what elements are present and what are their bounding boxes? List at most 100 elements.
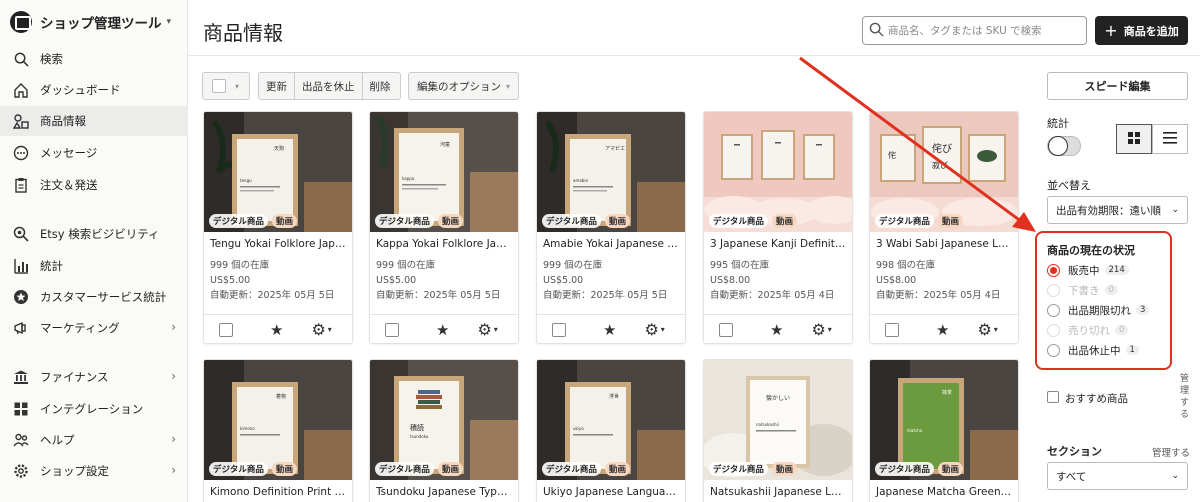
status-count: 0 [1104,285,1118,295]
star-icon[interactable]: ★ [270,321,283,339]
product-title[interactable]: 3 Wabi Sabi Japanese Lan... [870,232,1018,258]
section-select[interactable]: すべて ⌄ [1047,462,1188,490]
product-title[interactable]: Tsundoku Japanese Typog... [370,480,518,502]
sidebar-item-help[interactable]: ヘルプ › [0,425,188,455]
product-checkbox[interactable] [219,322,233,337]
status-option-active[interactable]: 販売中 214 [1047,261,1129,279]
product-image[interactable]: 着物 kimono デジタル商品 動画 [204,360,352,480]
svg-text:寂び: 寂び [932,160,948,170]
sidebar-item-stats[interactable]: 統計 [0,251,188,281]
product-checkbox[interactable] [552,322,566,337]
radio-button[interactable] [1047,263,1060,277]
gear-icon[interactable]: ⚙ [977,320,991,339]
featured-checkbox[interactable] [1047,391,1059,403]
product-card[interactable]: 天狗 tengu デジタル商品 動画 Tengu Yokai Folklore … [203,111,353,344]
product-checkbox[interactable] [385,322,399,337]
svg-text:侘び: 侘び [932,142,952,155]
sort-select[interactable]: 出品有効期限：遠い順 ⌄ [1047,196,1188,224]
sidebar-item-search[interactable]: 検索 [0,44,188,74]
product-title[interactable]: Japanese Matcha Green T... [870,480,1018,502]
manage-sections-link[interactable]: 管理する [1152,445,1190,459]
star-icon[interactable]: ★ [936,321,949,339]
stats-toggle[interactable] [1047,136,1081,156]
star-icon[interactable]: ★ [603,321,616,339]
digital-badge: デジタル商品 [709,214,768,228]
product-title[interactable]: Tengu Yokai Folklore Japa... [204,232,352,258]
gear-icon[interactable]: ⚙ [311,320,325,339]
product-card[interactable]: 着物 kimono デジタル商品 動画 Kimono Definition Pr… [203,359,353,502]
gear-icon[interactable]: ⚙ [811,320,825,339]
sidebar-item-label: カスタマーサービス統計 [40,290,167,304]
sidebar-item-label: 注文＆発送 [40,178,98,192]
search-icon [12,50,30,68]
sidebar-item-dashboard[interactable]: ダッシュボード [0,75,188,105]
radio-button[interactable] [1047,303,1060,317]
manage-featured-link[interactable]: 管理する [1180,373,1190,421]
sidebar-item-customer-service[interactable]: カスタマーサービス統計 [0,282,188,312]
sidebar-item-orders[interactable]: 注文＆発送 [0,170,188,200]
shop-switcher[interactable]: ショップ管理ツール ▾ [0,0,187,44]
search-box[interactable] [862,16,1087,45]
sidebar-item-listings[interactable]: 商品情報 [0,106,188,136]
product-image[interactable]: 侘 侘び 寂び デジタル商品 動画 [870,112,1018,232]
radio-button[interactable] [1047,343,1060,357]
edit-options-dropdown[interactable]: 編集のオプション ▾ [408,72,519,100]
sidebar-item-shop-settings[interactable]: ショップ設定 › [0,456,188,486]
product-image[interactable]: 懐かしい natsukashii デジタル商品 動画 [704,360,852,480]
product-card[interactable]: 抹茶 matcha デジタル商品 動画 Japanese Matcha Gree… [869,359,1019,502]
status-label: 販売中 [1068,264,1100,277]
speed-edit-button[interactable]: スピード編集 [1047,72,1188,100]
svg-text:kappa: kappa [402,176,415,181]
status-option-inactive[interactable]: 出品休止中 1 [1047,341,1139,359]
search-input[interactable] [888,24,1083,37]
product-title[interactable]: Amabie Yokai Japanese La... [537,232,685,258]
product-title[interactable]: 3 Japanese Kanji Definitio... [704,232,852,258]
product-title[interactable]: Kimono Definition Print Po... [204,480,352,502]
gear-icon[interactable]: ⚙ [644,320,658,339]
product-image[interactable]: アマビエ amabie デジタル商品 動画 [537,112,685,232]
product-card[interactable]: 浮世 ukiyo デジタル商品 動画 Ukiyo Japanese Langua… [536,359,686,502]
product-title[interactable]: Natsukashii Japanese Lan... [704,480,852,502]
product-checkbox[interactable] [885,322,899,337]
svg-text:河童: 河童 [440,141,450,148]
product-image[interactable]: デジタル商品 動画 [704,112,852,232]
bulk-actions-group: 更新 出品を休止 削除 [258,72,401,100]
product-image[interactable]: 浮世 ukiyo デジタル商品 動画 [537,360,685,480]
status-option-expired[interactable]: 出品期限切れ 3 [1047,301,1150,319]
deactivate-button[interactable]: 出品を休止 [295,73,363,99]
sidebar-item-messages[interactable]: メッセージ [0,138,188,168]
sidebar-item-integrations[interactable]: インテグレーション [0,394,188,424]
add-listing-button[interactable]: + 商品を追加 [1095,16,1188,45]
update-button[interactable]: 更新 [259,73,295,99]
product-card[interactable]: 積読 tsundoku デジタル商品 動画 Tsundoku Japanese … [369,359,519,502]
grid-view-button[interactable] [1116,124,1152,154]
product-image[interactable]: 積読 tsundoku デジタル商品 動画 [370,360,518,480]
sidebar-item-finance[interactable]: ファイナンス › [0,362,188,392]
delete-button[interactable]: 削除 [363,73,398,99]
product-title[interactable]: Kappa Yokai Folklore Japa... [370,232,518,258]
chevron-down-icon: ▾ [235,81,240,91]
product-card[interactable]: 懐かしい natsukashii デジタル商品 動画 Natsukashii J… [703,359,853,502]
digital-badge: デジタル商品 [375,462,434,476]
product-price: US$5.00 [543,275,584,286]
select-all-checkbox[interactable] [212,79,226,93]
plus-icon: + [1104,21,1118,40]
product-card[interactable]: デジタル商品 動画 3 Japanese Kanji Definitio... … [703,111,853,344]
product-title[interactable]: Ukiyo Japanese Language... [537,480,685,502]
product-card[interactable]: 侘 侘び 寂び デジタル商品 動画 3 Wabi Sabi Japanese L… [869,111,1019,344]
product-image[interactable]: 天狗 tengu デジタル商品 動画 [204,112,352,232]
gear-icon[interactable]: ⚙ [477,320,491,339]
sidebar-item-search-visibility[interactable]: Etsy 検索ビジビリティ [0,219,188,249]
product-card[interactable]: アマビエ amabie デジタル商品 動画 Amabie Yokai Japan… [536,111,686,344]
sidebar-item-marketing[interactable]: マーケティング › [0,313,188,343]
product-price: US$5.00 [210,275,251,286]
star-icon[interactable]: ★ [436,321,449,339]
svg-text:着物: 着物 [276,393,286,400]
product-card[interactable]: 河童 kappa デジタル商品 動画 Kappa Yokai Folklore … [369,111,519,344]
product-image[interactable]: 河童 kappa デジタル商品 動画 [370,112,518,232]
star-icon[interactable]: ★ [770,321,783,339]
product-checkbox[interactable] [719,322,733,337]
product-image[interactable]: 抹茶 matcha デジタル商品 動画 [870,360,1018,480]
select-all-dropdown[interactable]: ▾ [202,72,250,100]
list-view-button[interactable] [1152,124,1188,154]
